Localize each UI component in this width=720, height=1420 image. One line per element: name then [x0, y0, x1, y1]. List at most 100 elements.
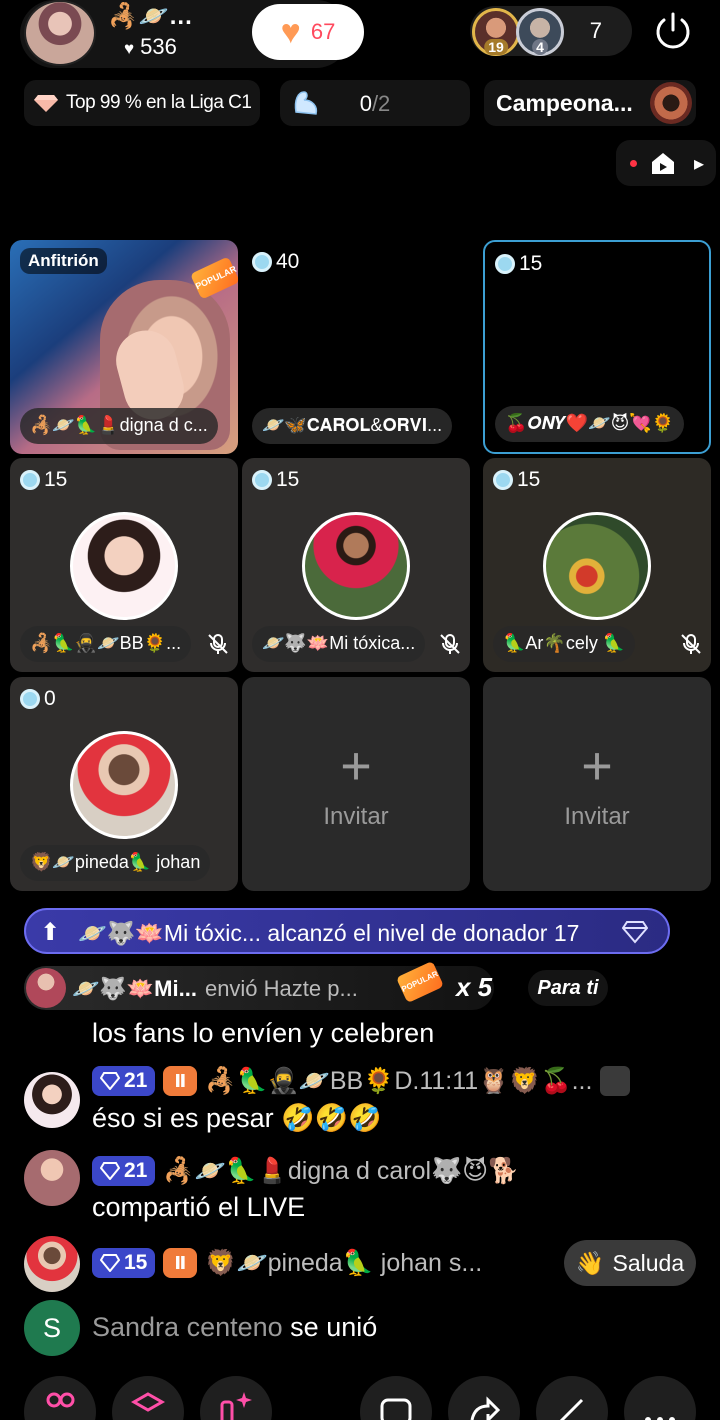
host-tag: Anfitrión: [20, 248, 107, 274]
wave-hand-icon: 👋: [575, 1249, 605, 1276]
gift-banner[interactable]: 🪐🐺🪷Mi... envió Hazte p... POPULAR x 5: [24, 960, 494, 1010]
host-name-pill[interactable]: 🦂🪐🦜💄digna d c...: [20, 408, 218, 444]
live-dot-icon: [630, 160, 637, 167]
games-button[interactable]: [360, 1376, 432, 1420]
power-icon[interactable]: [650, 8, 696, 54]
fan-badge: Ⅱ: [163, 1066, 198, 1096]
chat-user-line[interactable]: 15 Ⅱ 🦁🪐pineda🦜 johan s...: [92, 1246, 482, 1280]
guest-name[interactable]: 🍒𝑶𝑵𝒀❤️🪐😈💘🌻: [495, 406, 685, 442]
guest-avatar[interactable]: [70, 512, 178, 620]
host-name: 🦂🪐...: [108, 3, 193, 30]
features-button[interactable]: [200, 1376, 272, 1420]
host-avatar[interactable]: [24, 0, 96, 66]
viewer-level: 19: [484, 39, 508, 55]
host-video-tile[interactable]: Anfitrión POPULAR 🦂🪐🦜💄digna d c...: [10, 240, 238, 454]
para-ti-button[interactable]: Para ti: [528, 970, 608, 1006]
heart-icon: ♥: [280, 13, 301, 51]
gift-sender: 🪐🐺🪷Mi...: [72, 976, 197, 1001]
viewer-count: 7: [589, 18, 602, 43]
guest-tile[interactable]: 15 🦂🦜🥷🪐BB🌻...: [10, 458, 238, 672]
replay-button[interactable]: ▸: [616, 140, 716, 186]
guest-avatar[interactable]: [543, 512, 651, 620]
guest-name[interactable]: 🦂🦜🥷🪐BB🌻...: [20, 626, 192, 662]
like-button[interactable]: ♥ 67: [252, 4, 364, 60]
guest-tile[interactable]: 15 🦜Ar🌴cely 🦜: [483, 458, 711, 672]
mic-off-icon: [208, 634, 228, 654]
viewer-avatar[interactable]: 19: [472, 8, 520, 56]
task-progress: 0/2: [280, 91, 470, 117]
guest-score: 0: [20, 687, 56, 711]
guest-name[interactable]: 🦁🪐pineda🦜 johan: [20, 845, 211, 881]
guest-tile[interactable]: 15 🪐🐺🪷Mi tóxica...: [242, 458, 470, 672]
add-friend-icon[interactable]: [600, 1066, 631, 1096]
guest-score: 15: [20, 468, 67, 492]
gem-icon: [495, 254, 515, 274]
chevron-right-icon: ▸: [694, 153, 705, 175]
viewer-avatar[interactable]: 4: [516, 8, 564, 56]
chat-avatar[interactable]: [24, 1150, 80, 1206]
viewer-list[interactable]: 19 4 7: [470, 6, 632, 56]
chat-message-text: éso si es pesar 🤣🤣🤣: [92, 1103, 382, 1133]
join-message: Sandra centeno se unió: [92, 1312, 377, 1343]
chat-username[interactable]: 🦁🪐pineda🦜 johan s...: [205, 1249, 482, 1278]
plus-icon: +: [340, 736, 372, 796]
gift-sent-text: envió Hazte p...: [204, 976, 358, 1001]
guest-name[interactable]: 🪐🦋𝐂𝐀𝐑𝐎𝐋&𝐎𝐑𝐕𝐈...: [252, 408, 453, 444]
host-profile-pill[interactable]: 🦂🪐... ♥ 536 ♥ 67: [20, 0, 364, 68]
invite-button[interactable]: + Invitar: [242, 739, 470, 831]
gem-icon: [20, 470, 40, 490]
mic-off-icon: [440, 634, 460, 654]
chat-user-line[interactable]: 21 🦂🪐🦜💄digna d carol🐺😈🐕: [92, 1154, 519, 1188]
sparkle-icon: [220, 1392, 252, 1420]
gift-sender-avatar[interactable]: [26, 968, 66, 1008]
saluda-button[interactable]: 👋 Saluda: [564, 1240, 696, 1286]
level-value: 21: [124, 1159, 148, 1182]
guest-name[interactable]: 🪐🐺🪷Mi tóxica...: [252, 626, 426, 662]
guests-button[interactable]: [24, 1376, 96, 1420]
more-button[interactable]: [624, 1376, 696, 1420]
level-value: 21: [124, 1069, 148, 1092]
popular-gift-icon: POPULAR: [395, 960, 445, 1004]
diamond-icon: [34, 95, 58, 112]
more-icon: [645, 1417, 675, 1420]
level-badge: 15: [92, 1248, 156, 1278]
effects-button[interactable]: [112, 1376, 184, 1420]
gem-icon: [252, 470, 272, 490]
level-value: 15: [124, 1251, 148, 1274]
invite-slot[interactable]: + Invitar: [242, 677, 470, 891]
level-up-text: 🪐🐺🪷Mi tóxic... alcanzó el nivel de donad…: [78, 920, 580, 946]
guest-name[interactable]: 🦜Ar🌴cely 🦜: [493, 626, 636, 662]
guest-score: 15: [495, 252, 542, 276]
guest-score: 40: [252, 250, 299, 274]
diamond-icon: [100, 1072, 120, 1090]
saluda-label: Saluda: [612, 1249, 685, 1276]
chat-message-text: compartió el LIVE: [92, 1192, 306, 1222]
chat-avatar[interactable]: [24, 1072, 80, 1128]
chat-username[interactable]: 🦂🦜🥷🪐BB🌻D.11:11🦉🦁🍒...: [205, 1067, 592, 1096]
invite-slot[interactable]: + Invitar: [483, 677, 711, 891]
invite-label: Invitar: [564, 803, 630, 830]
level-up-banner[interactable]: ⬆ 🪐🐺🪷Mi tóxic... alcanzó el nivel de don…: [24, 908, 670, 954]
score-value: 0: [44, 687, 56, 710]
chat-message-text: los fans lo envíen y celebren: [92, 1018, 435, 1048]
guest-tile[interactable]: 40 🪐🦋𝐂𝐀𝐑𝐎𝐋&𝐎𝐑𝐕𝐈...: [242, 240, 470, 454]
guest-tile[interactable]: 0 🦁🪐pineda🦜 johan: [10, 677, 238, 891]
chat-user-line[interactable]: 21 Ⅱ 🦂🦜🥷🪐BB🌻D.11:11🦉🦁🍒...: [92, 1064, 631, 1098]
guest-avatar[interactable]: [302, 512, 410, 620]
task-badge[interactable]: 0/2: [280, 80, 470, 126]
guest-avatar[interactable]: [70, 731, 178, 839]
chat-avatar[interactable]: [24, 1236, 80, 1292]
championship-badge[interactable]: Campeona...: [484, 80, 696, 126]
edit-button[interactable]: [536, 1376, 608, 1420]
join-username[interactable]: Sandra centeno: [92, 1312, 283, 1342]
league-label: Top 99 % en la Liga C1: [66, 92, 252, 113]
invite-button[interactable]: + Invitar: [483, 739, 711, 831]
host-likes: ♥ 536: [124, 34, 177, 60]
share-icon: [470, 1396, 501, 1420]
guest-tile[interactable]: 15 🍒𝑶𝑵𝒀❤️🪐😈💘🌻: [483, 240, 711, 454]
join-avatar[interactable]: S: [24, 1300, 80, 1356]
level-badge: 21: [92, 1066, 156, 1096]
share-button[interactable]: [448, 1376, 520, 1420]
league-badge[interactable]: Top 99 % en la Liga C1: [24, 80, 260, 126]
chat-username[interactable]: 🦂🪐🦜💄digna d carol🐺😈🐕: [163, 1156, 519, 1186]
